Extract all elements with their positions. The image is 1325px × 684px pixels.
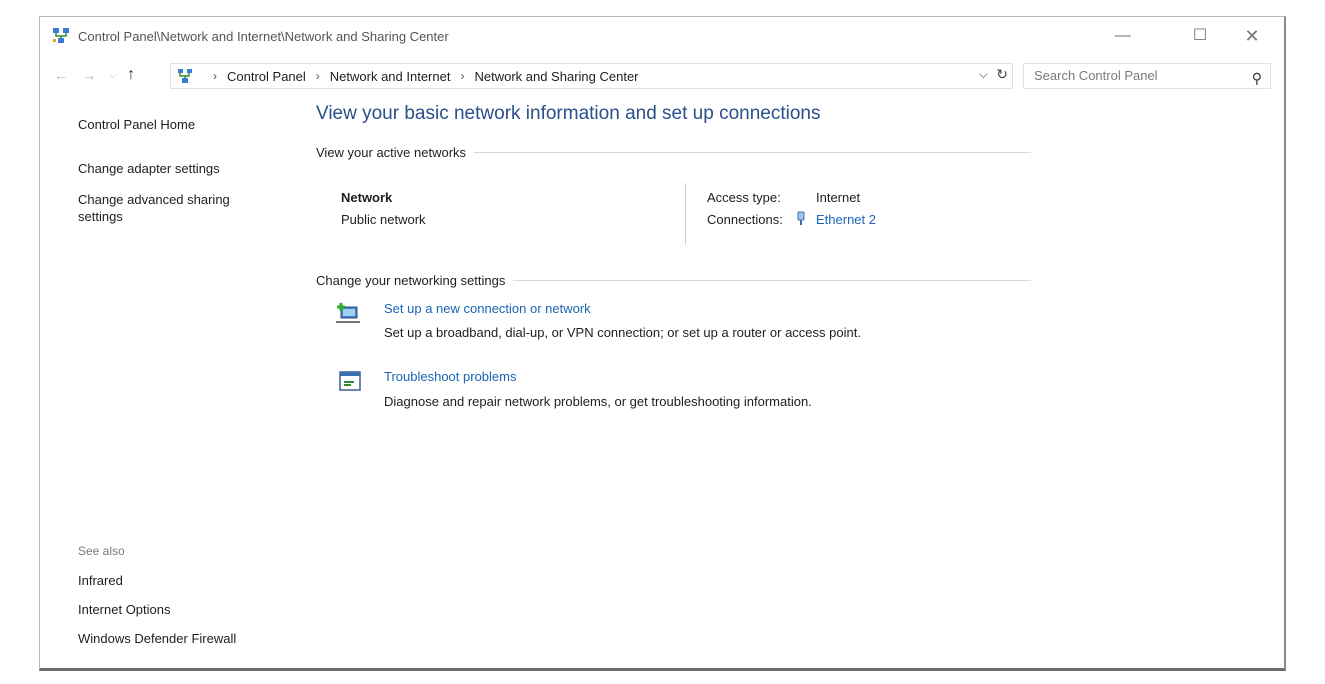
internet-options-link[interactable]: Internet Options	[78, 602, 171, 617]
network-divider	[685, 183, 686, 245]
troubleshoot-problems-description: Diagnose and repair network problems, or…	[384, 394, 812, 409]
close-button[interactable]: ✕	[1237, 25, 1267, 47]
access-type-value: Internet	[816, 190, 861, 205]
window-title: Control Panel\Network and Internet\Netwo…	[78, 29, 449, 44]
ethernet-icon	[797, 211, 805, 225]
troubleshoot-icon	[339, 371, 361, 391]
maximize-button[interactable]: ☐	[1185, 25, 1215, 47]
left-pane: Control Panel Home Change adapter settin…	[40, 97, 290, 662]
breadcrumb-network-and-sharing-center[interactable]: Network and Sharing Center	[474, 69, 638, 84]
control-panel-icon	[178, 69, 192, 83]
connections-label: Connections:	[707, 212, 783, 227]
main-content: View your basic network information and …	[316, 97, 1076, 657]
navigation-bar: ← → ⌵ ↑ › Control Panel › Network and In…	[40, 61, 1284, 91]
windows-defender-firewall-link[interactable]: Windows Defender Firewall	[78, 631, 236, 646]
breadcrumb-separator[interactable]: ›	[316, 69, 320, 83]
troubleshoot-problems-link[interactable]: Troubleshoot problems	[384, 369, 516, 384]
page-title: View your basic network information and …	[316, 103, 821, 124]
new-connection-icon	[336, 303, 360, 323]
infrared-link[interactable]: Infrared	[78, 573, 123, 588]
control-panel-home-link[interactable]: Control Panel Home	[78, 117, 195, 132]
change-networking-heading: Change your networking settings	[316, 273, 1031, 288]
minimize-button[interactable]: —	[1108, 25, 1138, 47]
breadcrumb-network-and-internet[interactable]: Network and Internet	[330, 69, 451, 84]
network-name: Network	[341, 190, 393, 205]
forward-arrow-icon[interactable]: →	[80, 66, 98, 84]
title-bar[interactable]: Control Panel\Network and Internet\Netwo…	[40, 17, 1284, 55]
breadcrumb-separator[interactable]: ›	[460, 69, 464, 83]
ethernet-connection-link[interactable]: Ethernet 2	[816, 212, 876, 227]
address-bar[interactable]: › Control Panel › Network and Internet ›…	[170, 63, 1013, 89]
set-up-new-connection-link[interactable]: Set up a new connection or network	[384, 301, 591, 316]
change-adapter-settings-link[interactable]: Change adapter settings	[78, 161, 220, 176]
search-icon[interactable]: ⚲	[1252, 66, 1262, 90]
section-divider	[513, 280, 1031, 281]
active-networks-heading: View your active networks	[316, 145, 1031, 160]
search-placeholder: Search Control Panel	[1034, 68, 1158, 83]
set-up-new-connection-description: Set up a broadband, dial-up, or VPN conn…	[384, 325, 861, 340]
change-networking-heading-text: Change your networking settings	[316, 273, 506, 288]
breadcrumb-control-panel[interactable]: Control Panel	[227, 69, 306, 84]
breadcrumb-separator[interactable]: ›	[213, 69, 217, 83]
network-sharing-center-icon	[53, 28, 69, 43]
network-type: Public network	[341, 212, 426, 227]
recent-locations-chevron-icon[interactable]: ⌵	[104, 66, 122, 84]
see-also-heading: See also	[78, 544, 125, 558]
control-panel-window: Control Panel\Network and Internet\Netwo…	[39, 16, 1286, 671]
back-arrow-icon[interactable]: ←	[52, 66, 70, 84]
search-input[interactable]: Search Control Panel ⚲	[1023, 63, 1271, 89]
address-dropdown-icon[interactable]: ⌵	[979, 67, 988, 82]
access-type-label: Access type:	[707, 190, 781, 205]
active-networks-heading-text: View your active networks	[316, 145, 467, 160]
section-divider	[474, 152, 1031, 153]
change-advanced-sharing-settings-link[interactable]: Change advanced sharing settings	[78, 191, 268, 225]
refresh-icon[interactable]: ↻	[996, 66, 1008, 83]
up-arrow-icon[interactable]: ↑	[122, 66, 140, 84]
